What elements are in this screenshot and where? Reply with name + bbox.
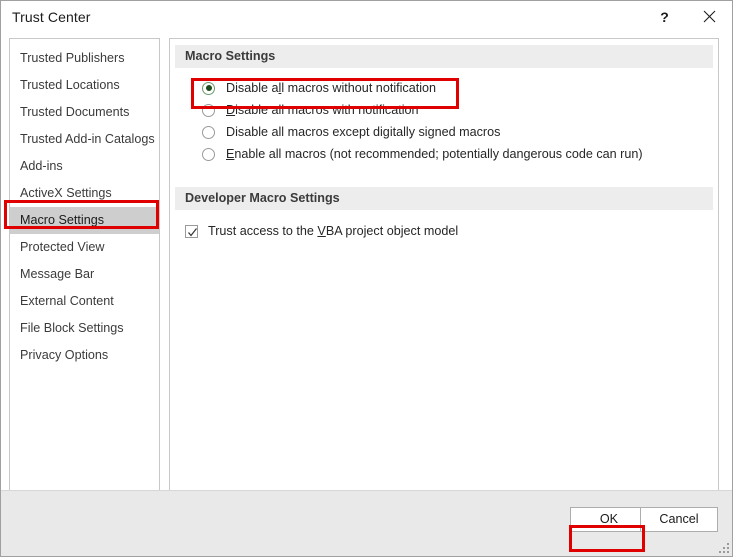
sidebar-item-label: Trusted Add-in Catalogs bbox=[20, 132, 155, 146]
title-bar: Trust Center ? bbox=[1, 1, 732, 32]
sidebar-item-protected-view[interactable]: Protected View bbox=[10, 234, 159, 261]
sidebar-item-label: Trusted Documents bbox=[20, 105, 130, 119]
sidebar-item-label: Protected View bbox=[20, 240, 105, 254]
radio-enable-all-macros[interactable] bbox=[202, 147, 215, 161]
close-icon bbox=[703, 10, 716, 23]
macro-settings-radio-group: Disable all macros without notification … bbox=[170, 68, 718, 165]
radio-row-disable-all-with-notification[interactable]: Disable all macros with notification bbox=[170, 99, 718, 121]
macro-settings-heading: Macro Settings bbox=[175, 45, 713, 68]
dialog-footer: OK Cancel bbox=[1, 490, 732, 556]
dialog-body: Trusted Publishers Trusted Locations Tru… bbox=[1, 32, 732, 522]
checkbox-row-trust-vba-access[interactable]: Trust access to the VBA project object m… bbox=[170, 220, 718, 242]
sidebar-item-privacy-options[interactable]: Privacy Options bbox=[10, 342, 159, 369]
sidebar-item-label: Add-ins bbox=[20, 159, 63, 173]
checkbox-label-trust-vba-access: Trust access to the VBA project object m… bbox=[208, 224, 459, 238]
sidebar-item-label: Message Bar bbox=[20, 267, 95, 281]
sidebar-item-file-block-settings[interactable]: File Block Settings bbox=[10, 315, 159, 342]
radio-disable-all-except-digitally-signed[interactable] bbox=[202, 125, 215, 139]
question-mark-icon: ? bbox=[660, 8, 669, 25]
title-bar-buttons: ? bbox=[642, 1, 732, 32]
ok-button[interactable]: OK bbox=[570, 507, 648, 532]
close-button[interactable] bbox=[687, 1, 732, 32]
sidebar-item-add-ins[interactable]: Add-ins bbox=[10, 153, 159, 180]
developer-macro-settings-heading: Developer Macro Settings bbox=[175, 187, 713, 210]
sidebar-item-trusted-add-in-catalogs[interactable]: Trusted Add-in Catalogs bbox=[10, 126, 159, 153]
trust-center-dialog: Trust Center ? Trusted Publishers Truste… bbox=[0, 0, 733, 557]
sidebar-item-trusted-documents[interactable]: Trusted Documents bbox=[10, 99, 159, 126]
sidebar-item-label: Macro Settings bbox=[20, 213, 104, 227]
radio-label-disable-all-except-digitally-signed: Disable all macros except digitally sign… bbox=[226, 125, 501, 139]
radio-row-disable-all-without-notification[interactable]: Disable all macros without notification bbox=[170, 77, 718, 99]
resize-grip-icon[interactable] bbox=[717, 541, 729, 553]
radio-label-disable-all-with-notification: Disable all macros with notification bbox=[226, 103, 419, 117]
sidebar-item-label: Trusted Locations bbox=[20, 78, 120, 92]
checkbox-trust-vba-access[interactable] bbox=[185, 224, 198, 238]
radio-label-disable-all-without-notification: Disable all macros without notification bbox=[226, 81, 437, 95]
sidebar-item-activex-settings[interactable]: ActiveX Settings bbox=[10, 180, 159, 207]
window-title: Trust Center bbox=[12, 8, 91, 25]
radio-disable-all-without-notification[interactable] bbox=[202, 81, 215, 95]
sidebar-item-external-content[interactable]: External Content bbox=[10, 288, 159, 315]
sidebar-item-trusted-locations[interactable]: Trusted Locations bbox=[10, 72, 159, 99]
sidebar-item-label: ActiveX Settings bbox=[20, 186, 112, 200]
sidebar-item-label: File Block Settings bbox=[20, 321, 124, 335]
check-icon bbox=[188, 227, 198, 237]
sidebar-item-message-bar[interactable]: Message Bar bbox=[10, 261, 159, 288]
radio-label-enable-all-macros: Enable all macros (not recommended; pote… bbox=[226, 147, 643, 161]
macro-settings-panel: Macro Settings Disable all macros withou… bbox=[169, 38, 719, 522]
cancel-button[interactable]: Cancel bbox=[640, 507, 718, 532]
settings-category-list: Trusted Publishers Trusted Locations Tru… bbox=[9, 38, 160, 522]
sidebar-item-label: Privacy Options bbox=[20, 348, 109, 362]
sidebar-item-label: External Content bbox=[20, 294, 114, 308]
radio-disable-all-with-notification[interactable] bbox=[202, 103, 215, 117]
radio-row-disable-all-except-digitally-signed[interactable]: Disable all macros except digitally sign… bbox=[170, 121, 718, 143]
sidebar-item-trusted-publishers[interactable]: Trusted Publishers bbox=[10, 45, 159, 72]
radio-row-enable-all-macros[interactable]: Enable all macros (not recommended; pote… bbox=[170, 143, 718, 165]
sidebar-item-macro-settings[interactable]: Macro Settings bbox=[10, 207, 159, 234]
sidebar-item-label: Trusted Publishers bbox=[20, 51, 125, 65]
help-button[interactable]: ? bbox=[642, 1, 687, 32]
